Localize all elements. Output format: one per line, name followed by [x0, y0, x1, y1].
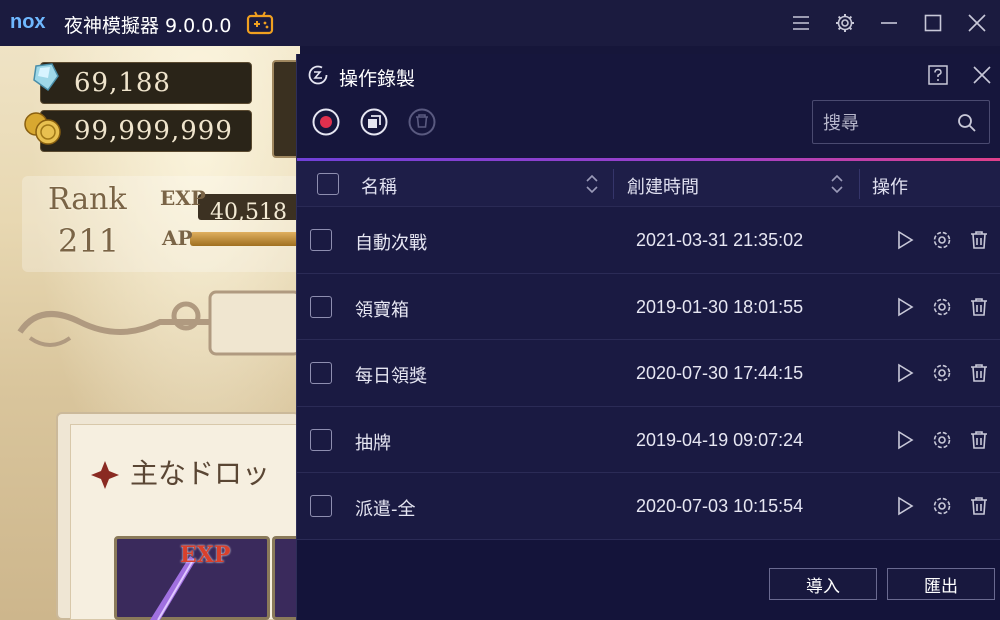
sort-name-icon[interactable]: [585, 173, 599, 195]
cross-ornament-icon: [91, 461, 119, 489]
settings-icon[interactable]: [930, 295, 954, 319]
search-input[interactable]: [823, 111, 953, 135]
table-row[interactable]: 每日領獎 2020-07-30 17:44:15: [297, 340, 1000, 407]
trash-icon[interactable]: [967, 295, 991, 319]
delete-icon[interactable]: [407, 107, 437, 137]
column-actions-header: 操作: [872, 177, 908, 198]
row-checkbox[interactable]: [310, 295, 332, 318]
column-separator: [859, 169, 860, 199]
sort-created-icon[interactable]: [830, 173, 844, 195]
select-all-checkbox[interactable]: [317, 173, 339, 195]
play-icon[interactable]: [893, 361, 917, 385]
crystal-icon: [33, 63, 59, 92]
crystal-value: 69,188: [74, 68, 171, 98]
record-icon[interactable]: [311, 107, 341, 137]
gamepad-icon[interactable]: [246, 10, 274, 36]
title-bar: nox 夜神模擬器 9.0.0.0: [0, 0, 1000, 46]
scroll-ornament: [17, 290, 300, 356]
trash-icon[interactable]: [967, 361, 991, 385]
svg-text:nox: nox: [10, 12, 46, 32]
recording-name: 每日領獎: [355, 366, 427, 387]
close-dialog-icon[interactable]: [971, 64, 993, 86]
recording-date: 2020-07-03 10:15:54: [636, 496, 804, 516]
item-exp-label: EXP: [180, 542, 231, 568]
row-checkbox[interactable]: [310, 362, 332, 384]
settings-icon[interactable]: [930, 228, 954, 252]
table-row[interactable]: 派遣-全 2020-07-03 10:15:54: [297, 473, 1000, 540]
drop-title: 主なドロッ: [130, 457, 271, 490]
settings-icon[interactable]: [930, 494, 954, 518]
play-icon[interactable]: [893, 428, 917, 452]
play-icon[interactable]: [893, 295, 917, 319]
recording-name: 派遣-全: [355, 499, 416, 520]
table-header: 名稱 創建時間 操作: [297, 161, 1000, 207]
search-box[interactable]: [812, 100, 990, 144]
recording-name: 自動次戰: [355, 233, 427, 254]
help-icon[interactable]: [927, 64, 949, 86]
menu-icon[interactable]: [786, 8, 816, 38]
recording-name: 領寶箱: [355, 299, 409, 321]
trash-icon[interactable]: [967, 494, 991, 518]
maximize-icon[interactable]: [918, 8, 948, 38]
export-button[interactable]: 匯出: [887, 568, 995, 600]
trash-icon[interactable]: [967, 428, 991, 452]
row-checkbox[interactable]: [310, 229, 332, 251]
search-icon[interactable]: [957, 113, 977, 133]
play-icon[interactable]: [893, 494, 917, 518]
settings-icon[interactable]: [930, 428, 954, 452]
rank-label: Rank: [48, 182, 127, 217]
macro-recorder-dialog: 操作錄製 名稱 創建時間: [296, 54, 1000, 620]
exp-value: 40,518: [210, 200, 287, 225]
row-checkbox[interactable]: [310, 428, 332, 451]
play-icon[interactable]: [893, 228, 917, 252]
game-screen[interactable]: 69,188 99,999,999 Rank 211 EXP 40,518 AP…: [0, 46, 300, 620]
recording-name: 抽牌: [355, 432, 391, 454]
minimize-icon[interactable]: [874, 8, 904, 38]
dialog-title: 操作錄製: [339, 68, 416, 90]
table-row[interactable]: 抽牌 2019-04-19 09:07:24: [297, 406, 1000, 473]
ap-label: AP: [162, 226, 193, 250]
ap-bar: [190, 232, 300, 246]
column-created-header[interactable]: 創建時間: [627, 173, 699, 199]
import-button[interactable]: 導入: [769, 568, 877, 600]
recording-date: 2021-03-31 21:35:02: [636, 230, 804, 250]
rank-value: 211: [58, 222, 120, 260]
nox-logo: nox: [10, 12, 46, 32]
merge-icon[interactable]: [359, 107, 389, 137]
table-row[interactable]: 自動次戰 2021-03-31 21:35:02: [297, 207, 1000, 274]
app-title: 夜神模擬器 9.0.0.0: [64, 15, 232, 37]
trash-icon[interactable]: [967, 228, 991, 252]
macro-icon: [308, 65, 328, 85]
coin-value: 99,999,999: [74, 116, 233, 146]
column-separator: [613, 169, 614, 199]
close-window-icon[interactable]: [962, 8, 992, 38]
settings-icon[interactable]: [930, 361, 954, 385]
recording-date: 2020-07-30 17:44:15: [636, 363, 804, 383]
column-name-header[interactable]: 名稱: [361, 173, 397, 199]
table-row[interactable]: 領寶箱 2019-01-30 18:01:55: [297, 273, 1000, 340]
recording-date: 2019-01-30 18:01:55: [636, 296, 804, 317]
coin-icon: [24, 112, 61, 145]
exp-label: EXP: [160, 186, 206, 210]
recording-list: 自動次戰 2021-03-31 21:35:02 領寶箱 2019-01-30 …: [297, 207, 1000, 540]
recording-date: 2019-04-19 09:07:24: [636, 429, 804, 450]
gear-icon[interactable]: [830, 8, 860, 38]
row-checkbox[interactable]: [310, 495, 332, 517]
